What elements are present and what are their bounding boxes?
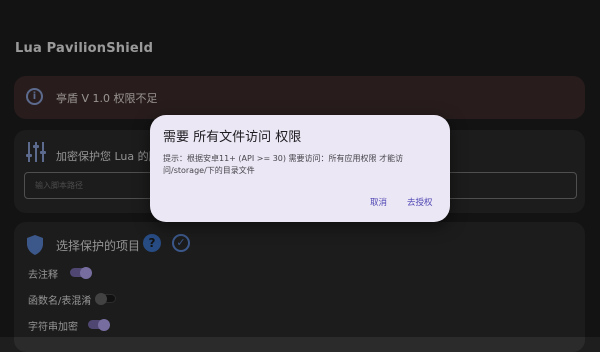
permission-dialog: 需要 所有文件访问 权限 提示：根据安卓11+ (API >= 30) 需要访问… [150,115,450,222]
grant-permission-button[interactable]: 去授权 [407,196,433,208]
dialog-message: 提示：根据安卓11+ (API >= 30) 需要访问：所有应用权限 才能访问/… [163,154,404,175]
cancel-button[interactable]: 取消 [370,196,387,208]
dialog-title: 需要 所有文件访问 权限 [163,130,302,145]
